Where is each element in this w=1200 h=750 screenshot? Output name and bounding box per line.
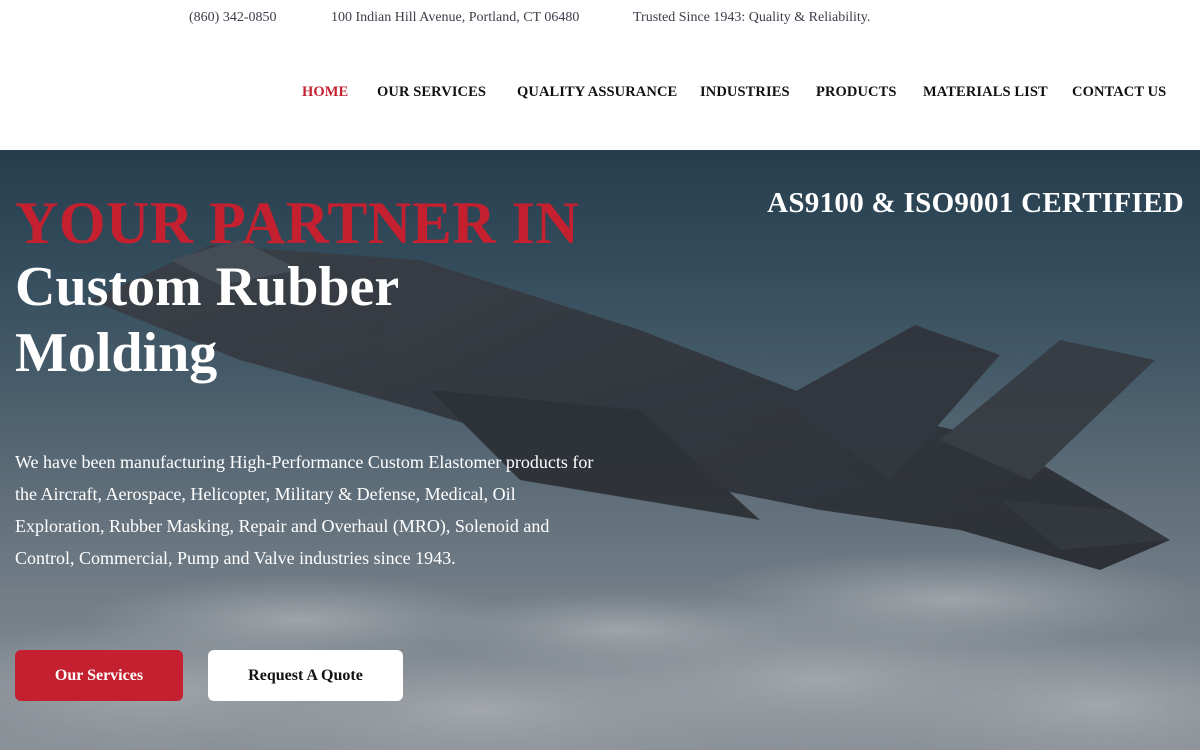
nav-item-products[interactable]: PRODUCTS xyxy=(816,84,897,101)
main-nav: HOME OUR SERVICES QUALITY ASSURANCE INDU… xyxy=(0,78,1200,108)
hero-headline: Custom Rubber Molding xyxy=(15,256,399,384)
our-services-button[interactable]: Our Services xyxy=(15,650,183,701)
nav-item-contact-us[interactable]: CONTACT US xyxy=(1072,84,1166,101)
nav-item-our-services[interactable]: OUR SERVICES xyxy=(377,84,486,101)
certification-badge: AS9100 & ISO9001 CERTIFIED xyxy=(767,187,1184,219)
request-quote-button[interactable]: Request A Quote xyxy=(208,650,403,701)
nav-item-materials-list[interactable]: MATERIALS LIST xyxy=(923,84,1048,101)
nav-item-quality-assurance[interactable]: QUALITY ASSURANCE xyxy=(517,84,677,101)
address: 100 Indian Hill Avenue, Portland, CT 064… xyxy=(331,10,580,25)
tagline: Trusted Since 1943: Quality & Reliabilit… xyxy=(633,10,871,25)
hero-section: YOUR PARTNER IN Custom Rubber Molding AS… xyxy=(0,150,1200,750)
hero-description: We have been manufacturing High-Performa… xyxy=(15,452,594,568)
phone-number[interactable]: (860) 342-0850 xyxy=(189,10,277,26)
hero-eyebrow: YOUR PARTNER IN xyxy=(15,190,580,256)
nav-item-industries[interactable]: INDUSTRIES xyxy=(700,84,790,101)
top-info-bar: (860) 342-0850 100 Indian Hill Avenue, P… xyxy=(0,0,1200,38)
nav-item-home[interactable]: HOME xyxy=(302,84,348,101)
